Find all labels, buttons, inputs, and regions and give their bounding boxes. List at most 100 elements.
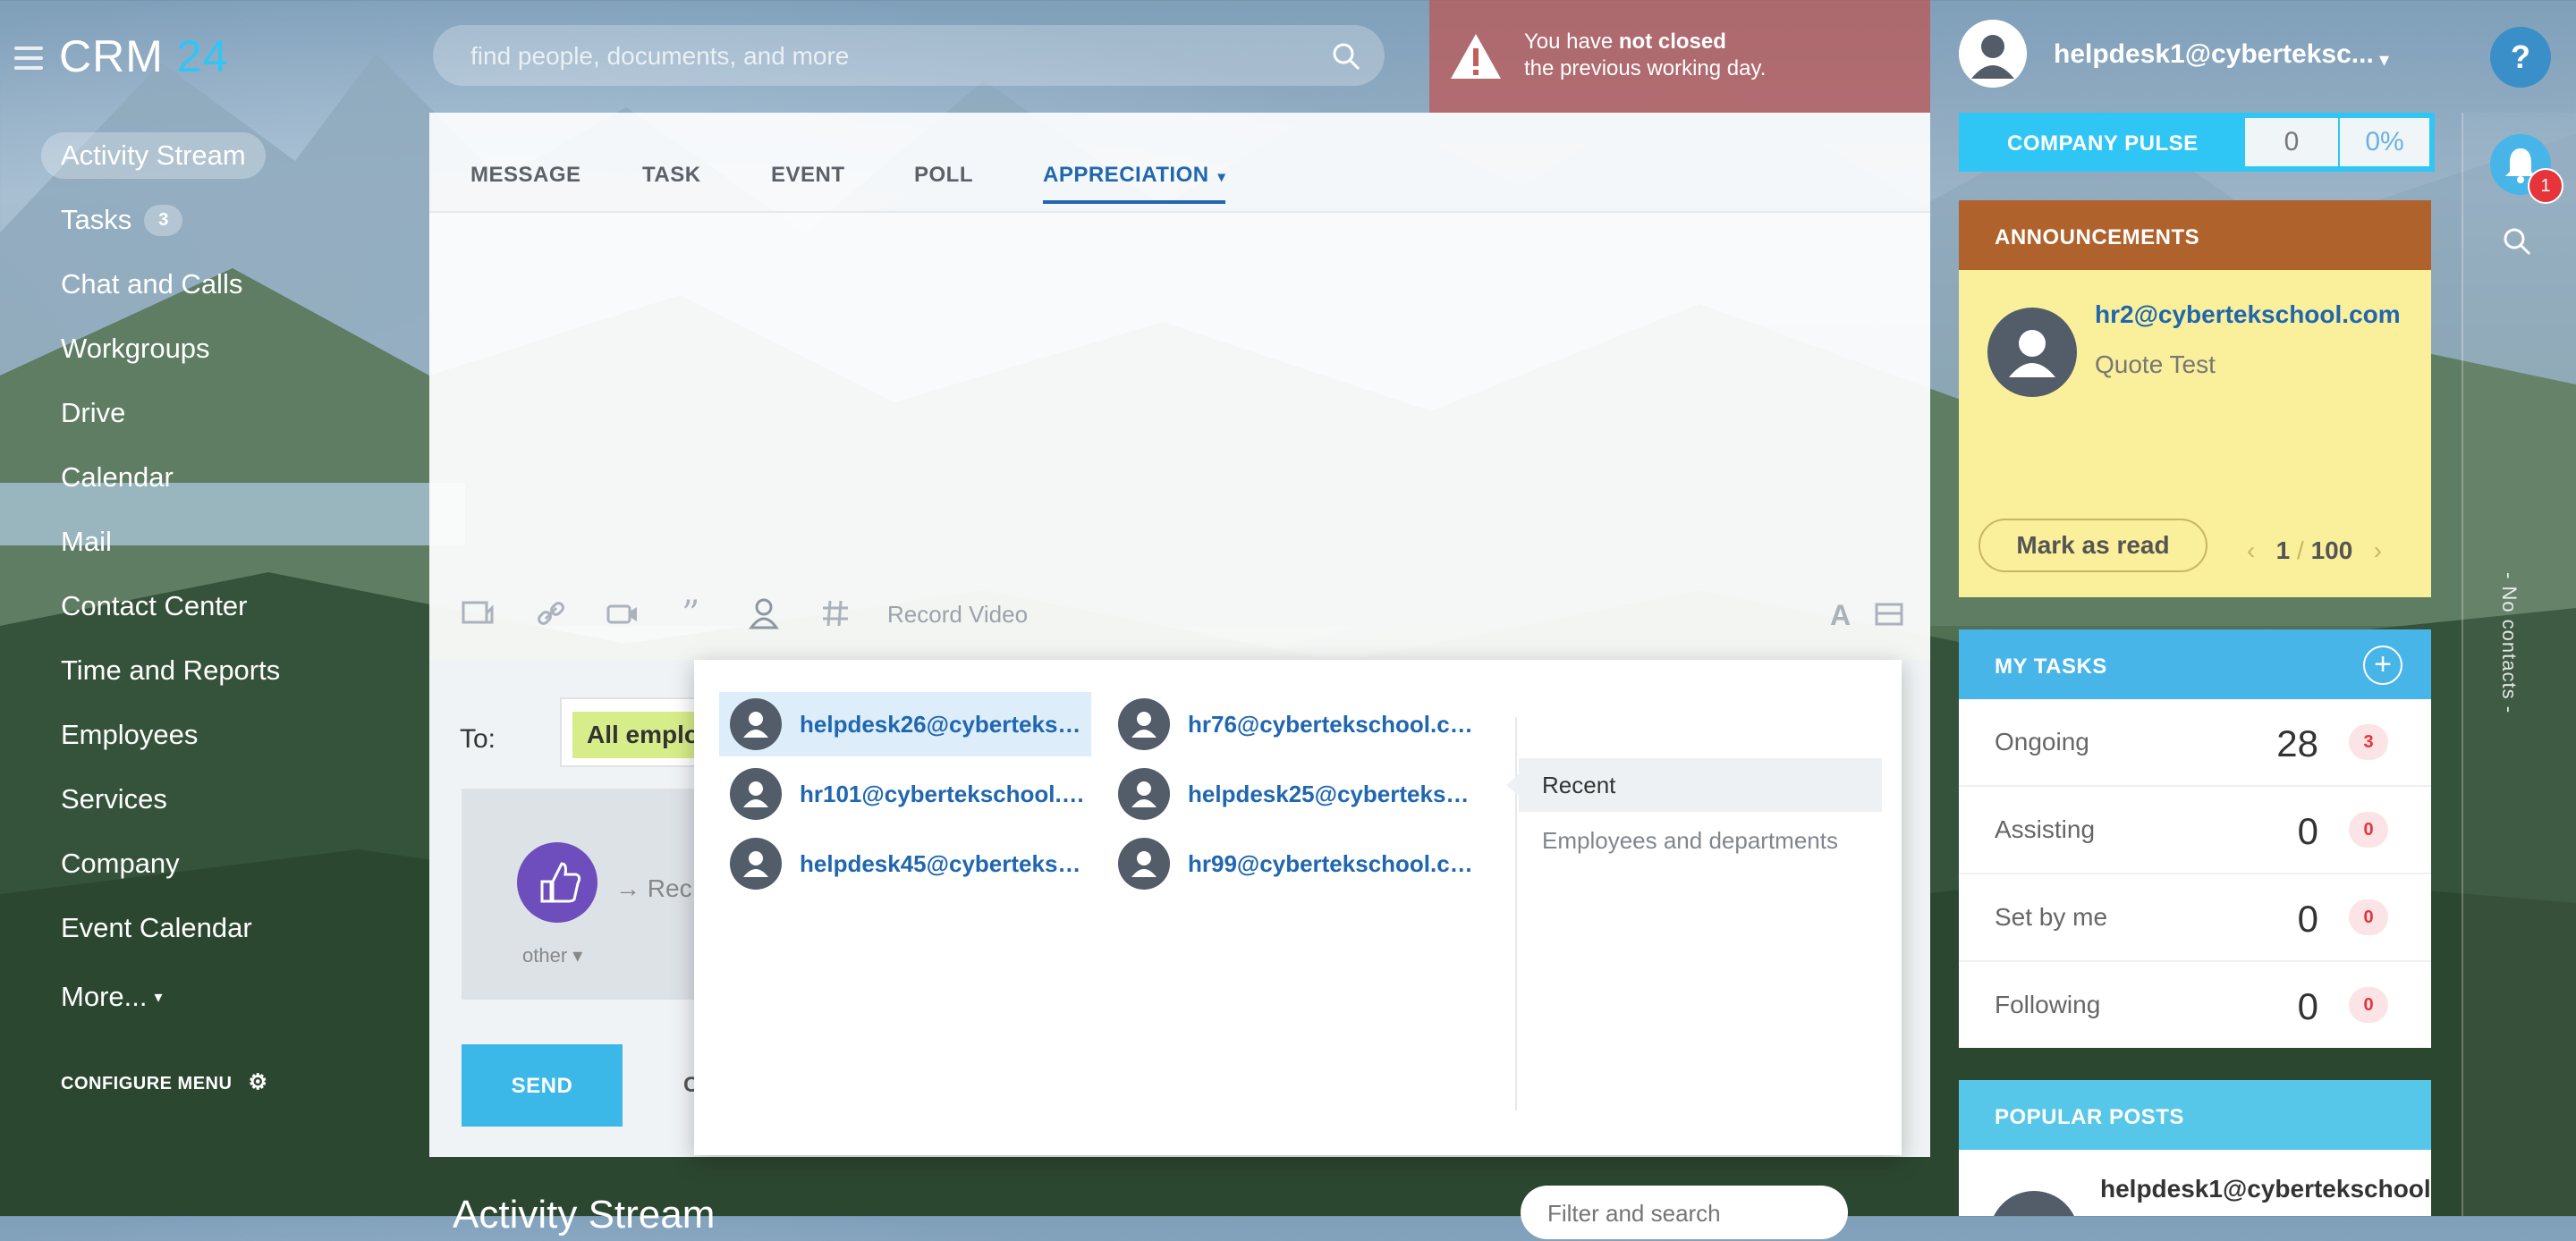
sidebar-item-label: Services — [61, 783, 167, 815]
task-row-ongoing[interactable]: Ongoing 28 3 — [1959, 699, 2431, 787]
sidebar-item-company[interactable]: Company — [0, 832, 420, 896]
sidebar-item-label: Mail — [61, 526, 112, 557]
user-menu[interactable]: helpdesk1@cyberteksc... ▾ — [1959, 20, 2389, 91]
sidebar-item-tasks[interactable]: Tasks 3 — [0, 188, 420, 252]
gratitude-selector[interactable]: → Rec other ▾ — [462, 789, 712, 1000]
global-search — [433, 25, 1385, 88]
recipient-chip[interactable]: All employees — [572, 712, 699, 758]
link-icon[interactable] — [533, 595, 569, 631]
recipient-name: helpdesk45@cybertekschool.com — [800, 849, 1091, 877]
recipient-name: hr99@cybertekschool.com — [1188, 849, 1479, 877]
sidebar-item-services[interactable]: Services — [0, 767, 420, 832]
recipient-option[interactable]: hr99@cybertekschool.com — [1107, 832, 1479, 896]
thumbs-up-icon[interactable] — [517, 842, 597, 923]
sidebar-item-label: Contact Center — [61, 590, 248, 621]
add-task-icon[interactable]: + — [2363, 646, 2402, 685]
my-tasks-title: MY TASKS — [1995, 654, 2107, 679]
task-row-following[interactable]: Following 0 0 — [1959, 962, 2431, 1048]
no-contacts-label: - No contacts - — [2498, 572, 2521, 714]
mark-as-read-button[interactable]: Mark as read — [1979, 519, 2207, 572]
logo[interactable]: CRM 24 — [59, 30, 228, 82]
recipient-option[interactable]: hr76@cybertekschool.com — [1107, 692, 1479, 756]
person-icon — [730, 698, 782, 750]
tasks-count-badge: 3 — [144, 204, 183, 236]
sidebar-item-workgroups[interactable]: Workgroups — [0, 317, 420, 381]
mention-icon[interactable] — [746, 595, 782, 631]
send-button[interactable]: SEND — [462, 1044, 623, 1127]
pager-separator: / — [2297, 536, 2304, 564]
gratitude-type-label[interactable]: other ▾ — [522, 944, 582, 967]
recipient-option[interactable]: hr101@cybertekschool.com — [719, 762, 1091, 826]
menu-icon[interactable] — [14, 46, 43, 70]
sidebar-item-label: Event Calendar — [61, 912, 252, 943]
upload-file-icon[interactable] — [460, 595, 496, 631]
person-icon — [730, 838, 782, 890]
configure-menu-label: CONFIGURE MENU — [61, 1074, 233, 1093]
sidebar: Activity Stream Tasks 3 Chat and Calls Wo… — [0, 123, 420, 1034]
popup-tab-recent[interactable]: Recent — [1506, 758, 1882, 812]
search-icon[interactable] — [1331, 41, 1361, 72]
gear-icon: ⚙ — [248, 1070, 268, 1094]
popup-tab-employees-and-departments[interactable]: Employees and departments — [1519, 814, 1882, 867]
person-icon — [1987, 308, 2077, 397]
chevron-left-icon[interactable]: ‹ — [2247, 536, 2255, 564]
recipient-option[interactable]: helpdesk26@cybertekschool.com — [719, 692, 1091, 756]
hashtag-icon[interactable] — [818, 595, 853, 631]
warning-icon — [1451, 34, 1501, 79]
search-input[interactable] — [433, 25, 1331, 88]
popular-post-author[interactable]: helpdesk1@cybertekschool.com — [2100, 1175, 2431, 1203]
tab-message[interactable]: MESSAGE — [470, 163, 581, 188]
sidebar-item-contact-center[interactable]: Contact Center — [0, 574, 420, 638]
sidebar-item-drive[interactable]: Drive — [0, 381, 420, 445]
sidebar-item-employees[interactable]: Employees — [0, 703, 420, 767]
sidebar-item-activity-stream[interactable]: Activity Stream — [0, 123, 420, 188]
quote-icon[interactable]: ” — [676, 595, 712, 631]
tab-task[interactable]: TASK — [642, 163, 701, 188]
chevron-down-icon: ▾ — [154, 987, 163, 1006]
task-row-label: Following — [1995, 991, 2101, 1018]
task-row-label: Assisting — [1995, 815, 2096, 843]
sidebar-item-time-and-reports[interactable]: Time and Reports — [0, 638, 420, 703]
announcement-author[interactable]: hr2@cybertekschool.com — [2095, 300, 2401, 329]
sidebar-item-more[interactable]: More... ▾ — [0, 960, 420, 1034]
svg-text:”: ” — [682, 595, 699, 631]
search-icon[interactable] — [2501, 225, 2533, 257]
configure-menu-button[interactable]: CONFIGURE MENU ⚙ — [61, 1069, 267, 1095]
pager-total: 100 — [2310, 536, 2353, 564]
tab-poll[interactable]: POLL — [914, 163, 973, 188]
person-icon — [1118, 768, 1170, 820]
announcement-text: Quote Test — [2095, 350, 2216, 378]
fullscreen-icon[interactable] — [1871, 595, 1907, 631]
tab-event[interactable]: EVENT — [771, 163, 845, 188]
notifications-button[interactable]: 1 — [2490, 134, 2563, 204]
task-row-assisting[interactable]: Assisting 0 0 — [1959, 787, 2431, 874]
person-icon — [730, 768, 782, 820]
announcements-header: ANNOUNCEMENTS — [1959, 200, 2431, 270]
recipient-option[interactable]: helpdesk45@cybertekschool.com — [719, 832, 1091, 896]
my-tasks-header: MY TASKS + — [1959, 629, 2431, 699]
sidebar-item-label: Chat and Calls — [61, 268, 243, 300]
company-pulse-widget[interactable]: COMPANY PULSE 0 0% — [1959, 113, 2435, 172]
sidebar-item-mail[interactable]: Mail — [0, 510, 420, 574]
filter-search-input[interactable] — [1521, 1186, 1818, 1241]
tab-appreciation[interactable]: APPRECIATION ▾ — [1043, 163, 1226, 204]
recipient-option[interactable]: helpdesk25@cybertekschool.com — [1107, 762, 1479, 826]
sidebar-item-chat-and-calls[interactable]: Chat and Calls — [0, 252, 420, 317]
help-button[interactable]: ? — [2490, 27, 2551, 88]
sidebar-item-calendar[interactable]: Calendar — [0, 445, 420, 510]
popular-post-card[interactable]: helpdesk1@cybertekschool.com — [1959, 1150, 2431, 1216]
tab-appreciation-label: APPRECIATION — [1043, 163, 1209, 187]
sidebar-item-event-calendar[interactable]: Event Calendar — [0, 896, 420, 960]
chevron-down-icon: ▾ — [1217, 170, 1226, 185]
notification-count-badge: 1 — [2528, 168, 2563, 204]
workday-warning-banner[interactable]: You have not closed the previous working … — [1429, 0, 1930, 113]
record-video-button[interactable]: Record Video — [887, 601, 1028, 629]
text-format-icon[interactable]: A — [1830, 599, 1851, 632]
video-icon[interactable] — [605, 595, 640, 631]
task-row-set-by-me[interactable]: Set by me 0 0 — [1959, 874, 2431, 962]
person-icon — [1118, 698, 1170, 750]
recipient-name: hr101@cybertekschool.com — [800, 780, 1091, 807]
chevron-right-icon[interactable]: › — [2374, 536, 2382, 564]
to-label: To: — [460, 724, 496, 754]
person-icon — [1118, 838, 1170, 890]
